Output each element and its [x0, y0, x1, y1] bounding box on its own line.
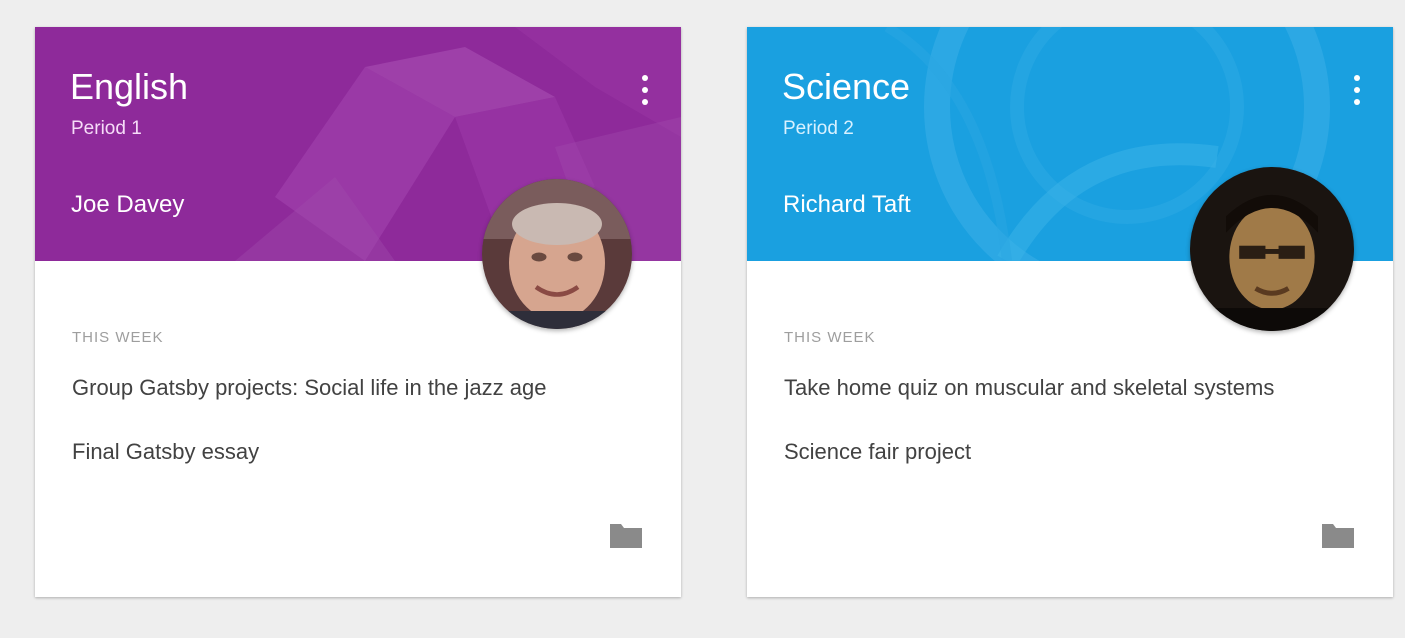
class-period: Period 2: [783, 118, 854, 139]
classroom-page: English Period 1 Joe Davey THIS WEEK Gro…: [0, 0, 1405, 638]
more-vert-icon[interactable]: [1345, 72, 1369, 120]
teacher-avatar: [1190, 167, 1354, 331]
class-card-science[interactable]: Science Period 2 Richard Taft THIS WEEK: [747, 27, 1393, 597]
avatar-photo: [482, 179, 632, 329]
assignment-list: Group Gatsby projects: Social life in th…: [72, 369, 632, 471]
folder-icon[interactable]: [609, 521, 643, 549]
teacher-name[interactable]: Joe Davey: [71, 191, 184, 219]
this-week-label: THIS WEEK: [784, 329, 876, 346]
assignment-item[interactable]: Group Gatsby projects: Social life in th…: [72, 369, 632, 407]
assignment-list: Take home quiz on muscular and skeletal …: [784, 369, 1344, 471]
assignment-item[interactable]: Final Gatsby essay: [72, 433, 632, 471]
assignment-item[interactable]: Take home quiz on muscular and skeletal …: [784, 369, 1344, 407]
class-title[interactable]: Science: [782, 67, 910, 107]
class-period: Period 1: [71, 118, 142, 139]
teacher-name[interactable]: Richard Taft: [783, 191, 911, 219]
assignment-item[interactable]: Science fair project: [784, 433, 1344, 471]
avatar-photo: [1190, 167, 1354, 331]
class-card-english[interactable]: English Period 1 Joe Davey THIS WEEK Gro…: [35, 27, 681, 597]
teacher-avatar: [482, 179, 632, 329]
this-week-label: THIS WEEK: [72, 329, 164, 346]
class-title[interactable]: English: [70, 67, 188, 107]
folder-icon[interactable]: [1321, 521, 1355, 549]
more-vert-icon[interactable]: [633, 72, 657, 120]
